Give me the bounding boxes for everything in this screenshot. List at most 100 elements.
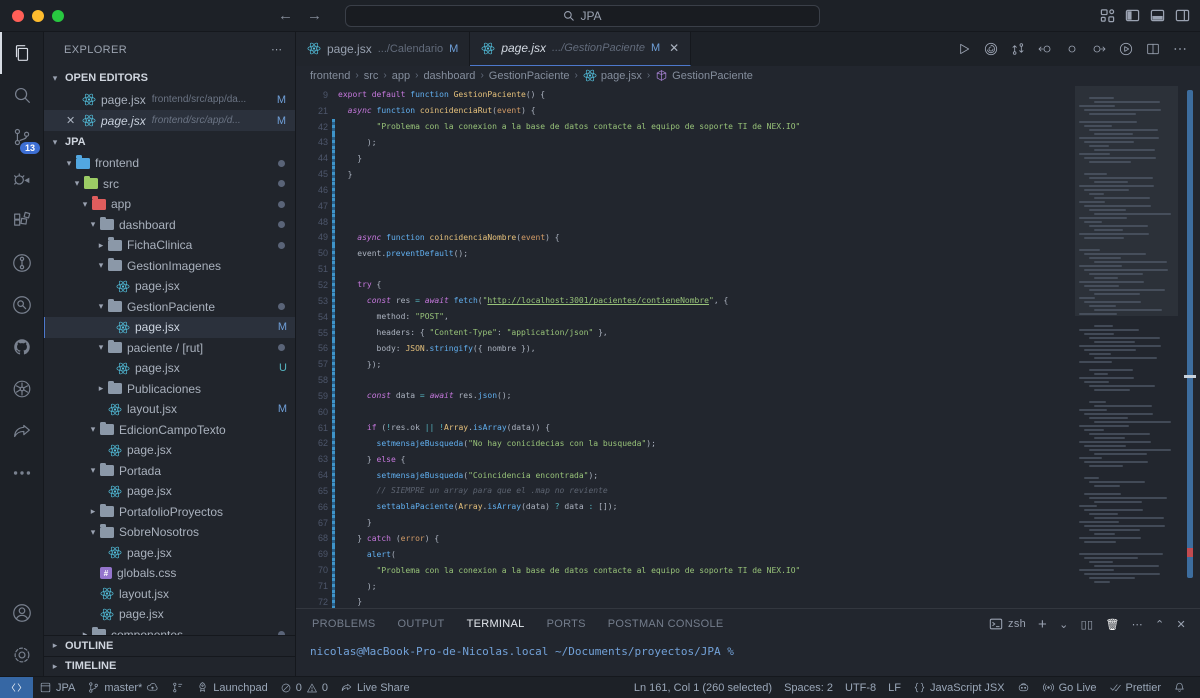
statusbar-cursor-position[interactable]: Ln 161, Col 1 (260 selected) — [628, 677, 778, 698]
code-line-59[interactable]: 59 const data = await res.json(); — [296, 388, 1075, 404]
toggle-primary-sidebar-icon[interactable] — [1125, 8, 1140, 23]
run-circle-icon[interactable] — [1118, 41, 1134, 57]
code-line-53[interactable]: 53 const res = await fetch("http://local… — [296, 293, 1075, 309]
tree-folder-EdicionCampoTexto[interactable]: ▾EdicionCampoTexto — [44, 420, 295, 441]
tree-folder-PortafolioProyectos[interactable]: ▸PortafolioProyectos — [44, 502, 295, 523]
toggle-secondary-sidebar-icon[interactable] — [1175, 8, 1190, 23]
code-line-61[interactable]: 61 if (!res.ok || !Array.isArray(data)) … — [296, 420, 1075, 436]
statusbar-problems[interactable]: 00 — [274, 677, 334, 698]
statusbar-gitlens-status[interactable] — [165, 677, 190, 698]
chevron-down-icon[interactable]: ▾ — [94, 342, 108, 353]
tree-folder-GestionImagenes[interactable]: ▾GestionImagenes — [44, 256, 295, 277]
panel-tab-output[interactable]: OUTPUT — [398, 618, 445, 630]
close-tab-icon[interactable]: ✕ — [669, 41, 679, 55]
chevron-down-icon[interactable]: ▾ — [86, 219, 100, 230]
code-editor[interactable]: 9export default function GestionPaciente… — [296, 86, 1200, 608]
minimap[interactable] — [1075, 86, 1178, 608]
split-terminal-icon[interactable]: ▯▯ — [1081, 618, 1094, 631]
next-change-icon[interactable] — [1091, 41, 1107, 57]
tree-folder-src[interactable]: ▾src — [44, 174, 295, 195]
code-line-55[interactable]: 55 headers: { "Content-Type": "applicati… — [296, 325, 1075, 341]
statusbar-go-live[interactable]: Go Live — [1036, 677, 1103, 698]
workspace-root[interactable]: ▾ JPA — [44, 131, 295, 153]
history-forward-icon[interactable]: → — [307, 7, 322, 24]
chevron-right-icon[interactable]: ▸ — [78, 629, 92, 635]
statusbar-remote-indicator[interactable] — [0, 677, 33, 698]
statusbar-live-share[interactable]: Live Share — [334, 677, 416, 698]
statusbar-copilot[interactable] — [1011, 677, 1036, 698]
compare-icon[interactable] — [1010, 41, 1026, 57]
launch-profile-chevron-icon[interactable]: ⌄ — [1059, 618, 1069, 631]
activitybar-item-gitlens-inspect[interactable] — [0, 284, 44, 326]
tree-file[interactable]: page.jsx — [44, 604, 295, 625]
code-line-42[interactable]: 42 "Problema con la conexion a la base d… — [296, 119, 1075, 135]
code-line-51[interactable]: 51 — [296, 261, 1075, 277]
outline-section[interactable]: ▸ OUTLINE — [44, 636, 295, 656]
terminal-shell-select[interactable]: zsh — [989, 617, 1026, 631]
activitybar-item-explorer[interactable] — [0, 32, 44, 74]
command-center-search[interactable]: JPA — [345, 5, 820, 27]
terminal-prompt[interactable]: nicolas@MacBook-Pro-de-Nicolas.local ~/D… — [296, 639, 1200, 658]
open-editors-section[interactable]: ▾ OPEN EDITORS — [44, 67, 295, 89]
code-line-45[interactable]: 45 } — [296, 166, 1075, 182]
breadcrumb-item-app[interactable]: app — [392, 70, 410, 82]
minimize-window-button[interactable] — [32, 10, 44, 22]
ai-icon[interactable] — [983, 41, 999, 57]
tree-folder-SobreNosotros[interactable]: ▾SobreNosotros — [44, 522, 295, 543]
close-window-button[interactable] — [12, 10, 24, 22]
statusbar-launchpad[interactable]: Launchpad — [190, 677, 273, 698]
open-editor-item[interactable]: page.jsxfrontend/src/app/da...M — [44, 89, 295, 110]
statusbar-notifications[interactable] — [1167, 677, 1192, 698]
code-line-44[interactable]: 44 } — [296, 150, 1075, 166]
tree-folder-FichaClinica[interactable]: ▸FichaClinica — [44, 235, 295, 256]
code-line-47[interactable]: 47 — [296, 198, 1075, 214]
breadcrumb-item-GestionPaciente[interactable]: GestionPaciente — [489, 70, 570, 82]
customize-layout-icon[interactable] — [1100, 8, 1115, 23]
activitybar-item-search[interactable] — [0, 74, 44, 116]
tree-folder-componentes[interactable]: ▸componentes — [44, 625, 295, 636]
close-icon[interactable]: ✕ — [66, 114, 75, 127]
tree-file[interactable]: #globals.css — [44, 563, 295, 584]
close-panel-icon[interactable]: ✕ — [1176, 618, 1186, 631]
code-line-70[interactable]: 70 "Problema con la conexion a la base d… — [296, 562, 1075, 578]
code-line-9[interactable]: 9export default function GestionPaciente… — [296, 87, 1075, 103]
kill-terminal-icon[interactable]: 🗑 — [1105, 618, 1119, 631]
tree-folder-frontend[interactable]: ▾frontend — [44, 153, 295, 174]
open-editor-item[interactable]: ✕page.jsxfrontend/src/app/d...M — [44, 110, 295, 131]
chevron-down-icon[interactable]: ▾ — [94, 301, 108, 312]
tree-folder-app[interactable]: ▾app — [44, 194, 295, 215]
panel-tab-problems[interactable]: PROBLEMS — [312, 618, 376, 630]
code-line-56[interactable]: 56 body: JSON.stringify({ nombre }), — [296, 340, 1075, 356]
change-icon[interactable] — [1064, 41, 1080, 57]
editor-tab-Calendario[interactable]: page.jsx.../CalendarioM — [296, 32, 470, 66]
tree-file[interactable]: layout.jsx — [44, 584, 295, 605]
code-line-46[interactable]: 46 — [296, 182, 1075, 198]
code-line-21[interactable]: 21 async function coincidenciaRut(event)… — [296, 103, 1075, 119]
statusbar-indentation[interactable]: Spaces: 2 — [778, 677, 839, 698]
split-icon[interactable] — [1145, 41, 1161, 57]
tree-file[interactable]: page.jsxM — [44, 317, 295, 338]
code-line-43[interactable]: 43 ); — [296, 134, 1075, 150]
breadcrumb-item-GestionPaciente[interactable]: GestionPaciente — [655, 69, 753, 82]
breadcrumb-item-dashboard[interactable]: dashboard — [423, 70, 475, 82]
code-line-63[interactable]: 63 } else { — [296, 451, 1075, 467]
breadcrumb-item-frontend[interactable]: frontend — [310, 70, 350, 82]
toggle-panel-icon[interactable] — [1150, 8, 1165, 23]
activitybar-item-more[interactable] — [0, 452, 44, 494]
activitybar-item-source-control[interactable]: 13 — [0, 116, 44, 158]
tree-file[interactable]: page.jsx — [44, 440, 295, 461]
code-line-72[interactable]: 72 } — [296, 594, 1075, 608]
tree-folder-paciente-rut-[interactable]: ▾paciente / [rut] — [44, 338, 295, 359]
code-line-66[interactable]: 66 settablaPaciente(Array.isArray(data) … — [296, 499, 1075, 515]
panel-tab-terminal[interactable]: TERMINAL — [467, 618, 525, 630]
code-line-62[interactable]: 62 setmensajeBusqueda("No hay conicideci… — [296, 435, 1075, 451]
editor-tab-GestionPaciente[interactable]: page.jsx.../GestionPacienteM✕ — [470, 32, 691, 66]
code-line-50[interactable]: 50 event.preventDefault(); — [296, 245, 1075, 261]
zoom-window-button[interactable] — [52, 10, 64, 22]
tree-folder-Portada[interactable]: ▾Portada — [44, 461, 295, 482]
chevron-right-icon[interactable]: ▸ — [86, 506, 100, 517]
tree-folder-Publicaciones[interactable]: ▸Publicaciones — [44, 379, 295, 400]
history-back-icon[interactable]: ← — [278, 7, 293, 24]
activitybar-item-live-share[interactable] — [0, 410, 44, 452]
breadcrumb-item-page-jsx[interactable]: page.jsx — [583, 69, 642, 82]
